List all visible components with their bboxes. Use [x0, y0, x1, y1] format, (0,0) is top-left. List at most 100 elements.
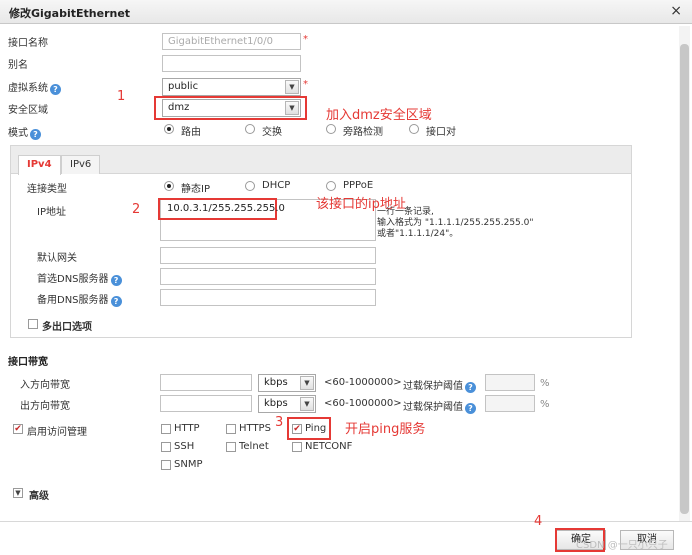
access-mgmt-label: 启用访问管理	[27, 427, 87, 438]
tab-strip	[11, 146, 631, 174]
netconf-checkbox[interactable]	[292, 442, 302, 452]
annotation-number-3: 3	[275, 415, 284, 430]
question-circle-icon[interactable]: ?	[110, 275, 122, 286]
in-bandwidth-input[interactable]	[160, 374, 252, 391]
mode-radio-pair[interactable]	[409, 124, 419, 134]
scrollbar-thumb[interactable]	[680, 44, 689, 514]
ping-checkbox[interactable]: ✔	[292, 424, 302, 434]
watermark: CSDN @一只小只子	[576, 540, 668, 551]
dns1-label: 首选DNS服务器?	[37, 270, 122, 286]
out-unit-value: kbps	[264, 398, 288, 409]
telnet-label: Telnet	[239, 441, 269, 452]
ssh-label: SSH	[174, 441, 195, 452]
gateway-label: 默认网关	[37, 253, 77, 264]
dns2-label-text: 备用DNS服务器	[37, 295, 109, 306]
dns1-input[interactable]	[160, 268, 376, 285]
annotation-number-4: 4	[534, 514, 543, 529]
annotation-number-2: 2	[132, 202, 141, 217]
dialog-title: 修改GigabitEthernet	[9, 7, 131, 20]
zone-select-value: dmz	[168, 102, 190, 113]
ip-hint-line1: 一行一条记录,	[377, 207, 434, 217]
vsys-select-value: public	[168, 81, 199, 92]
required-mark: *	[303, 79, 308, 90]
conn-option-pppoe: PPPoE	[343, 180, 374, 191]
multi-exit-checkbox[interactable]	[28, 319, 38, 329]
out-overload-input[interactable]	[485, 395, 535, 412]
mode-option-bypass: 旁路检测	[343, 127, 383, 138]
vsys-label: 虚拟系统?	[8, 79, 61, 95]
access-mgmt-checkbox[interactable]: ✔	[13, 424, 23, 434]
dns2-label: 备用DNS服务器?	[37, 291, 122, 307]
triangle-down-icon[interactable]: ▼	[13, 488, 23, 498]
chevron-down-icon[interactable]: ▼	[285, 80, 299, 94]
annotation-number-1: 1	[117, 89, 126, 104]
http-label: HTTP	[174, 423, 200, 434]
conn-radio-static[interactable]	[164, 181, 174, 191]
multi-exit-label: 多出口选项	[42, 322, 92, 333]
out-range-hint: <60-1000000>	[324, 398, 402, 409]
in-bandwidth-label: 入方向带宽	[20, 380, 70, 391]
interface-name-field: GigabitEthernet1/0/0	[162, 33, 301, 50]
out-overload-label-text: 过载保护阈值	[403, 402, 463, 413]
https-label: HTTPS	[239, 423, 271, 434]
chevron-down-icon[interactable]: ▼	[285, 101, 299, 115]
mode-option-route: 路由	[181, 127, 201, 138]
footer-divider	[0, 521, 692, 522]
required-mark: *	[303, 34, 308, 45]
conn-option-dhcp: DHCP	[262, 180, 291, 191]
in-overload-label: 过载保护阈值?	[403, 377, 476, 393]
question-circle-icon[interactable]: ?	[30, 129, 41, 140]
in-overload-input[interactable]	[485, 374, 535, 391]
mode-radio-route[interactable]	[164, 124, 174, 134]
interface-name-label: 接口名称	[8, 38, 48, 49]
in-percent: %	[540, 378, 550, 389]
out-unit-select[interactable]: kbps ▼	[258, 395, 316, 413]
tab-ipv6[interactable]: IPv6	[61, 155, 101, 174]
mode-radio-switch[interactable]	[245, 124, 255, 134]
ssh-checkbox[interactable]	[161, 442, 171, 452]
annotation-text-1: 加入dmz安全区域	[326, 108, 432, 123]
zone-select[interactable]: dmz ▼	[162, 99, 301, 117]
https-checkbox[interactable]	[226, 424, 236, 434]
alias-label: 别名	[8, 60, 28, 71]
ip-hint-line2: 输入格式为 "1.1.1.1/255.255.255.0"	[377, 218, 534, 228]
gateway-input[interactable]	[160, 247, 376, 264]
dns2-input[interactable]	[160, 289, 376, 306]
http-checkbox[interactable]	[161, 424, 171, 434]
out-percent: %	[540, 399, 550, 410]
question-circle-icon[interactable]: ?	[50, 84, 61, 95]
question-circle-icon[interactable]: ?	[465, 403, 476, 414]
out-bandwidth-label: 出方向带宽	[20, 401, 70, 412]
conn-radio-pppoe[interactable]	[326, 181, 336, 191]
ip-value: 10.0.3.1/255.255.255.0	[167, 203, 285, 214]
in-unit-value: kbps	[264, 377, 288, 388]
conn-radio-dhcp[interactable]	[245, 181, 255, 191]
alias-input[interactable]	[162, 55, 301, 72]
netconf-label: NETCONF	[305, 441, 353, 452]
mode-option-switch: 交换	[262, 127, 282, 138]
vsys-label-text: 虚拟系统	[8, 83, 48, 94]
out-bandwidth-input[interactable]	[160, 395, 252, 412]
bandwidth-section-title: 接口带宽	[8, 357, 48, 368]
snmp-label: SNMP	[174, 459, 203, 470]
mode-option-pair: 接口对	[426, 127, 456, 138]
tab-ipv4[interactable]: IPv4	[18, 155, 61, 175]
chevron-down-icon[interactable]: ▼	[300, 397, 314, 411]
question-circle-icon[interactable]: ?	[465, 382, 476, 393]
close-icon[interactable]: ×	[670, 4, 682, 18]
mode-label: 模式?	[8, 124, 41, 140]
ip-label: IP地址	[37, 207, 66, 218]
in-range-hint: <60-1000000>	[324, 377, 402, 388]
vsys-select[interactable]: public ▼	[162, 78, 301, 96]
question-circle-icon[interactable]: ?	[110, 296, 122, 307]
in-overload-label-text: 过载保护阈值	[403, 381, 463, 392]
snmp-checkbox[interactable]	[161, 460, 171, 470]
mode-radio-bypass[interactable]	[326, 124, 336, 134]
telnet-checkbox[interactable]	[226, 442, 236, 452]
in-unit-select[interactable]: kbps ▼	[258, 374, 316, 392]
ping-label: Ping	[305, 423, 327, 434]
chevron-down-icon[interactable]: ▼	[300, 376, 314, 390]
conn-option-static: 静态IP	[181, 184, 210, 195]
conn-type-label: 连接类型	[27, 184, 67, 195]
advanced-toggle[interactable]: 高级	[29, 487, 49, 502]
